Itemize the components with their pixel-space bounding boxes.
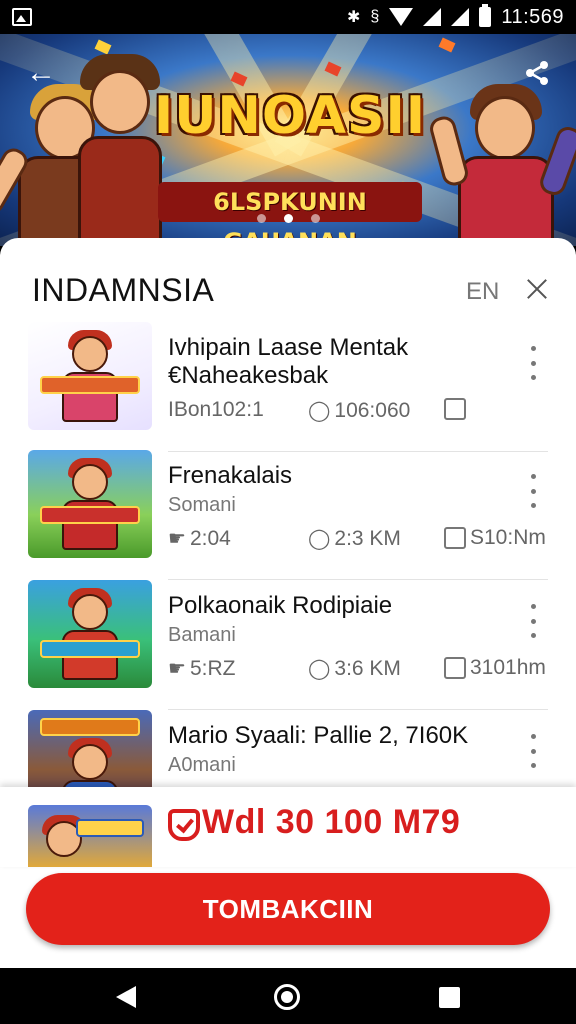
hero-banner[interactable]: IUNOASII 6LSPKUNIN GAUANAN ←	[0, 34, 576, 246]
status-bar: ✱ § 11:569	[0, 0, 576, 34]
more-options-icon[interactable]	[526, 474, 540, 508]
stat-distance: ◯ 106:060	[308, 398, 410, 423]
checkbox-icon[interactable]	[444, 398, 466, 420]
tag-icon: ◯	[308, 658, 331, 680]
thumbs-up-icon: ☛	[168, 528, 186, 550]
item-subtitle: Bamani	[168, 624, 236, 646]
item-subtitle: Somani	[168, 494, 236, 516]
game-thumbnail	[28, 580, 152, 688]
tag-icon: ◯	[308, 400, 331, 422]
system-nav-bar	[0, 968, 576, 1024]
stat-distance: ◯ 3:6 KM	[308, 656, 401, 681]
list-item[interactable]: Polkaonaik Rodipiaie Bamani ☛ 5:RZ ◯ 3:6…	[28, 580, 548, 710]
item-stats: IBon102:1 ◯ 106:060	[168, 398, 528, 426]
tag-icon: ◯	[308, 528, 331, 550]
item-title: Ivhipain Laase Mentak €Naheakesbak	[168, 334, 409, 389]
checkbox-icon[interactable]	[444, 657, 466, 679]
item-title: Mario Syaali: Pallie 2, 7I60K	[168, 722, 469, 749]
stat-distance: ◯ 2:3 KM	[308, 526, 401, 551]
share-icon[interactable]	[524, 60, 550, 86]
carousel-dot[interactable]	[310, 214, 320, 223]
stat-size[interactable]: 3101hm	[444, 656, 546, 680]
vibrate-icon: §	[370, 8, 380, 25]
stat-value: 3101hm	[470, 656, 546, 679]
stat-downloads: IBon102:1	[168, 398, 264, 422]
bluetooth-icon: ✱	[347, 9, 361, 26]
game-thumbnail	[28, 322, 152, 430]
item-subtitle: A0mani	[168, 754, 236, 776]
back-arrow-icon[interactable]: ←	[26, 58, 56, 88]
carousel-indicator	[0, 214, 576, 223]
checkbox-icon[interactable]	[444, 527, 466, 549]
gallery-icon	[12, 8, 32, 26]
stat-value: 2:3 KM	[334, 526, 401, 550]
nav-recents-icon[interactable]	[439, 987, 460, 1008]
signal-icon	[423, 8, 442, 26]
status-time: 11:569	[501, 5, 564, 28]
item-stats: ☛ 2:04 ◯ 2:3 KM S10:Nm	[168, 526, 546, 554]
promo-text: Wdl 30 100 M79	[202, 803, 461, 841]
stat-size[interactable]: S10:Nm	[444, 526, 546, 550]
stat-value: 106:060	[334, 398, 411, 422]
promo-thumbnail	[28, 805, 152, 867]
list-item[interactable]: Ivhipain Laase Mentak €Naheakesbak IBon1…	[28, 322, 548, 452]
signal-icon-2	[451, 8, 470, 26]
bottom-sheet: INDAMNSIA EN Ivhipain Laase Mentak €Nahe…	[0, 238, 576, 968]
more-options-icon[interactable]	[526, 734, 540, 768]
stat-select[interactable]	[444, 398, 466, 420]
item-stats: ☛ 5:RZ ◯ 3:6 KM 3101hm	[168, 656, 546, 684]
primary-action-button[interactable]: TOMBAKCIIN	[26, 873, 550, 945]
list-item[interactable]: Frenakalais Somani ☛ 2:04 ◯ 2:3 KM S10:N…	[28, 450, 548, 580]
language-toggle[interactable]: EN	[466, 278, 499, 306]
stat-value: 5:RZ	[189, 656, 236, 680]
stat-value: S10:Nm	[470, 526, 546, 549]
more-options-icon[interactable]	[526, 604, 540, 638]
wifi-icon	[389, 8, 414, 26]
item-title: Frenakalais	[168, 462, 293, 489]
game-thumbnail	[28, 450, 152, 558]
stat-likes: ☛ 2:04	[168, 526, 231, 551]
shield-check-icon	[168, 809, 200, 841]
confetti	[438, 37, 456, 53]
nav-home-icon[interactable]	[274, 984, 300, 1010]
carousel-dot[interactable]	[256, 214, 266, 223]
more-options-icon[interactable]	[526, 346, 540, 380]
stat-value: 3:6 KM	[334, 656, 401, 680]
stat-value: IBon102:1	[168, 398, 264, 421]
stat-likes: ☛ 5:RZ	[168, 656, 235, 681]
nav-back-icon[interactable]	[116, 986, 136, 1008]
close-icon[interactable]	[522, 274, 552, 304]
banner-title: IUNOASII	[153, 86, 427, 146]
item-title: Polkaonaik Rodipiaie	[168, 592, 393, 619]
thumbs-up-icon: ☛	[168, 658, 186, 680]
battery-icon	[479, 4, 492, 27]
promo-strip[interactable]: Wdl 30 100 M79	[0, 787, 576, 867]
app-screen: ✱ § 11:569 IUNOASII 6LSPKUNIN GAUANAN ← …	[0, 0, 576, 1024]
stat-value: 2:04	[189, 526, 231, 550]
carousel-dot-active[interactable]	[283, 214, 293, 223]
sheet-title: INDAMNSIA	[32, 272, 215, 308]
